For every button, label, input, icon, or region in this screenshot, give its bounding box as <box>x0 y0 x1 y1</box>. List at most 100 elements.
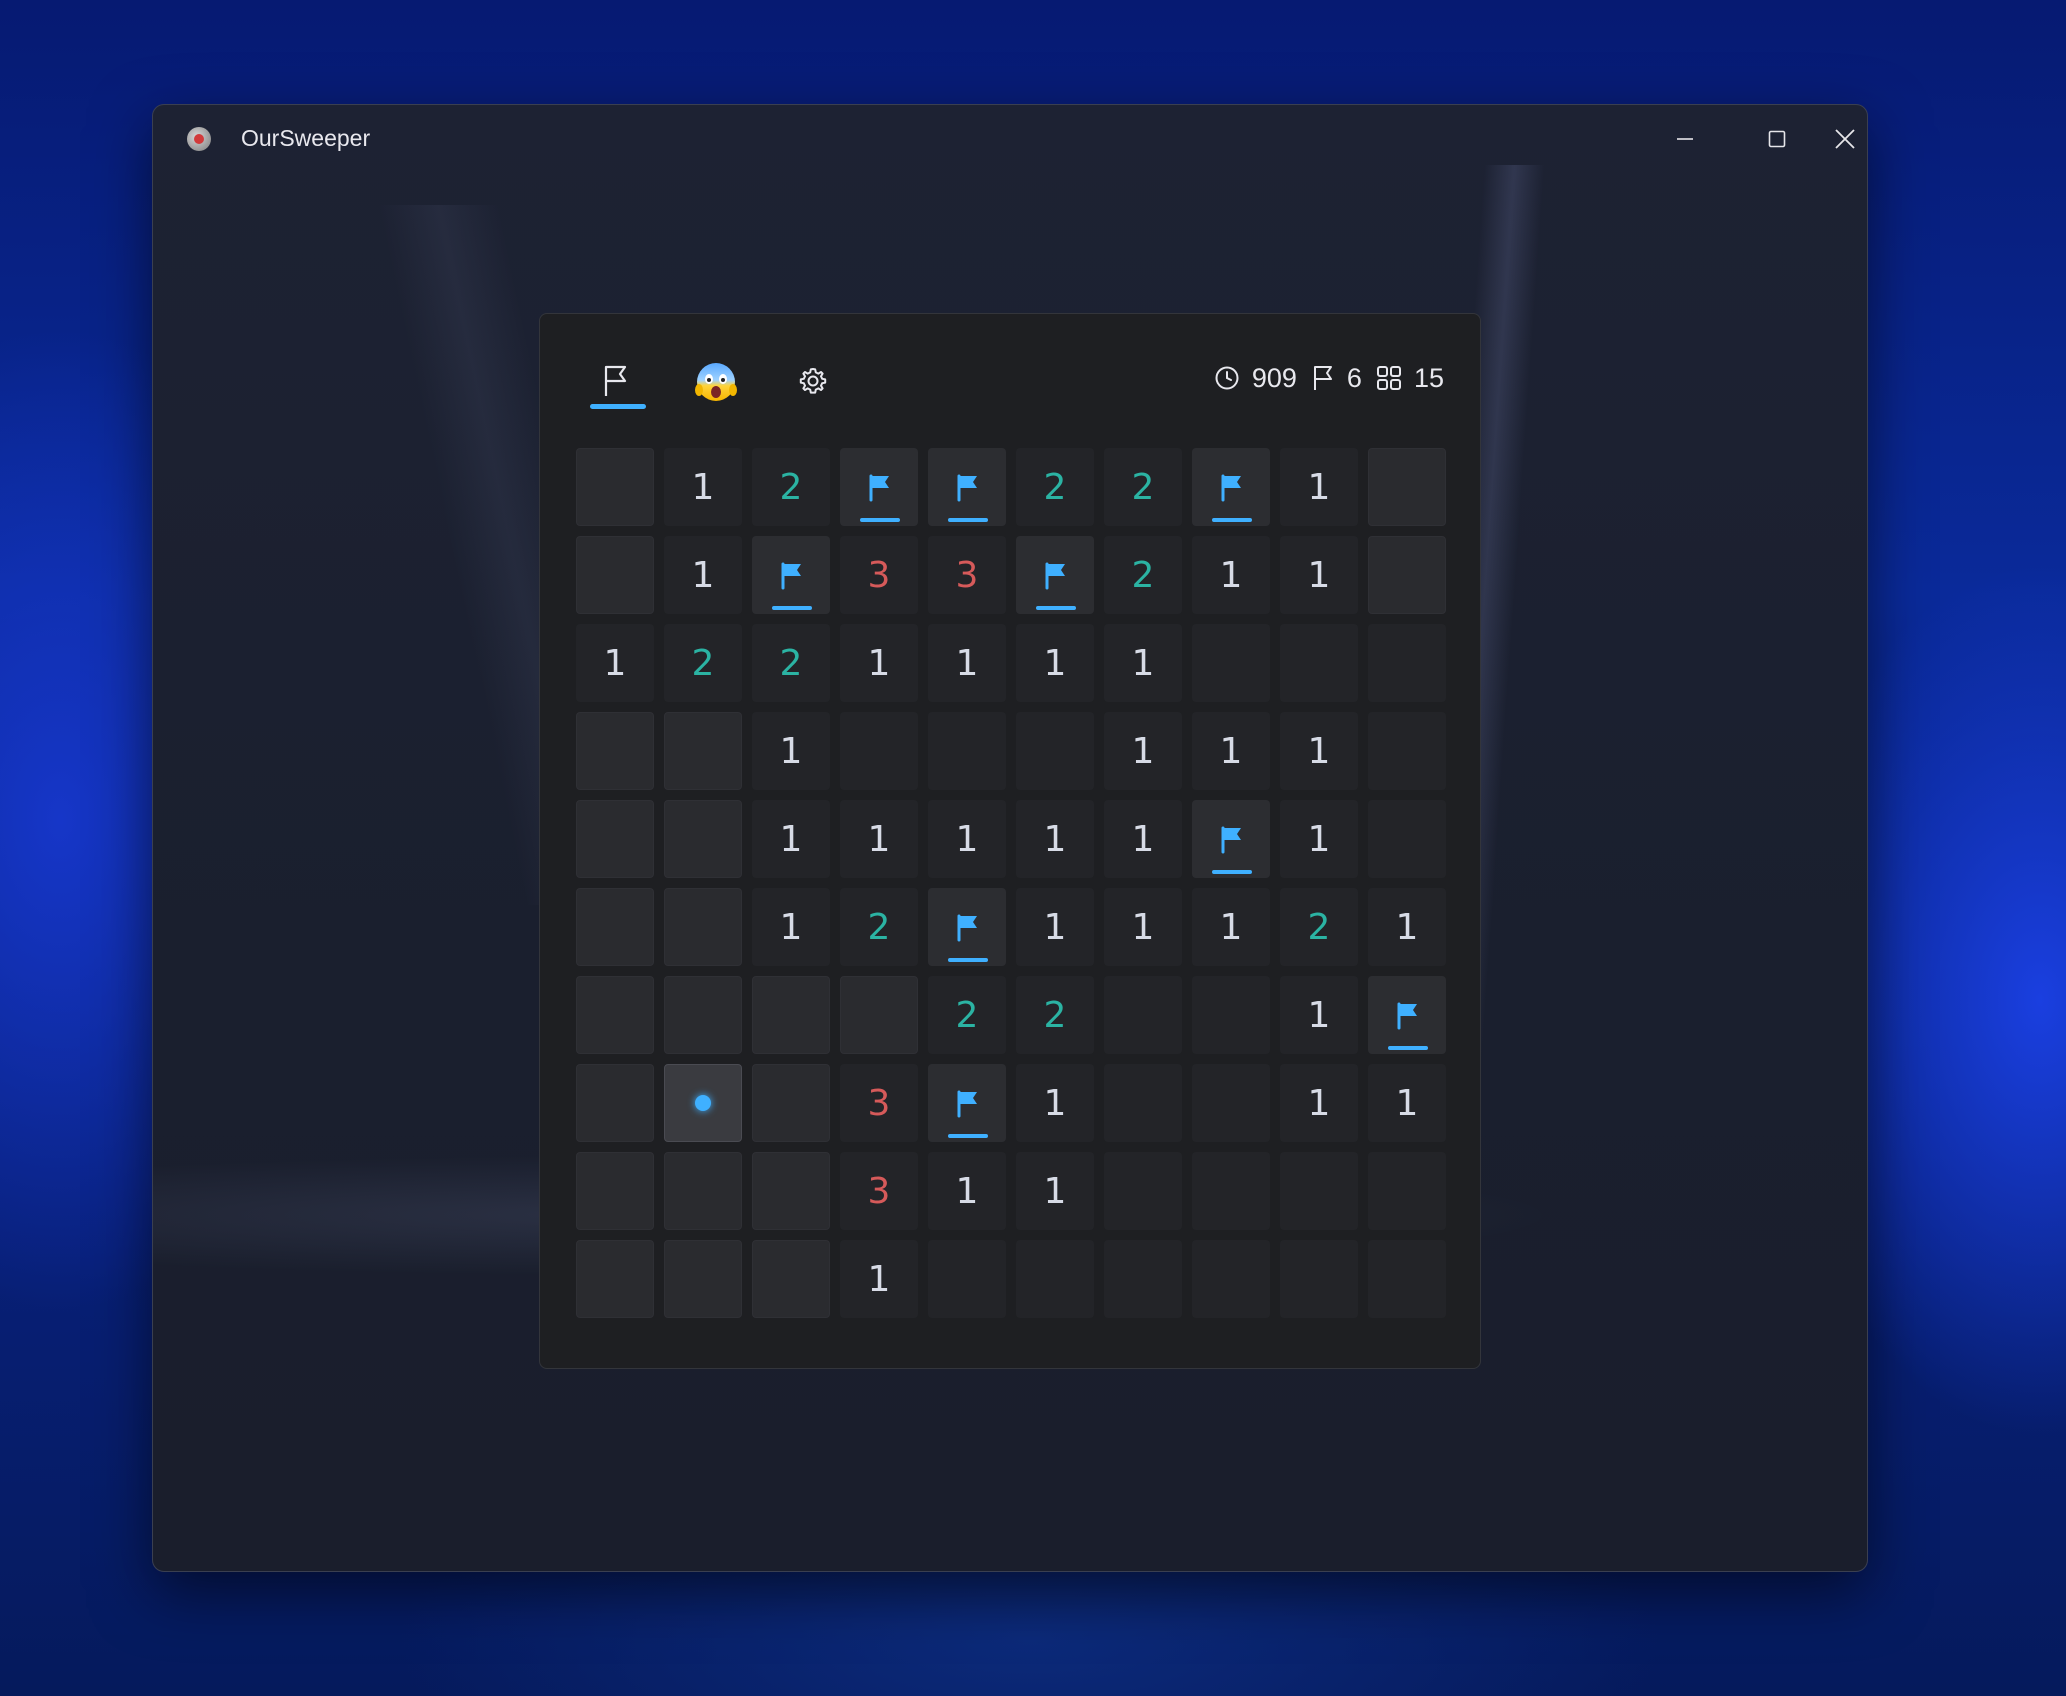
board-cell[interactable] <box>576 976 654 1054</box>
board-cell[interactable] <box>1368 712 1446 790</box>
board-cell[interactable]: 1 <box>928 1152 1006 1230</box>
board-cell[interactable] <box>1280 624 1358 702</box>
board-cell[interactable] <box>1104 1064 1182 1142</box>
board-cell[interactable]: 2 <box>664 624 742 702</box>
board-cell[interactable]: 1 <box>664 536 742 614</box>
board-cell[interactable]: 1 <box>840 1240 918 1318</box>
board-cell[interactable]: 1 <box>1280 1064 1358 1142</box>
board-cell[interactable]: 1 <box>840 800 918 878</box>
board-cell[interactable] <box>752 1064 830 1142</box>
board-cell[interactable]: 2 <box>752 448 830 526</box>
board-cell[interactable] <box>664 1240 742 1318</box>
board-cell[interactable] <box>1192 1240 1270 1318</box>
board-cell[interactable]: 2 <box>928 976 1006 1054</box>
board-cell[interactable]: 1 <box>840 624 918 702</box>
board-cell[interactable] <box>1368 1152 1446 1230</box>
board-cell[interactable] <box>576 1240 654 1318</box>
board-cell[interactable] <box>664 888 742 966</box>
board-cell[interactable]: 2 <box>1280 888 1358 966</box>
board-cell[interactable] <box>752 1152 830 1230</box>
board-cell[interactable] <box>1368 1240 1446 1318</box>
board-cell[interactable] <box>1368 536 1446 614</box>
board-cell[interactable] <box>1104 1240 1182 1318</box>
board-cell[interactable]: 1 <box>1104 624 1182 702</box>
board-cell[interactable] <box>576 888 654 966</box>
board-cell[interactable] <box>1192 624 1270 702</box>
board-cell[interactable]: 1 <box>1192 888 1270 966</box>
board-cell[interactable]: 1 <box>1280 800 1358 878</box>
board-cell[interactable]: 1 <box>1280 536 1358 614</box>
board-cell[interactable]: 1 <box>1104 888 1182 966</box>
board-cell[interactable]: 1 <box>664 448 742 526</box>
board-cell[interactable]: 2 <box>1104 536 1182 614</box>
board-cell[interactable]: 2 <box>840 888 918 966</box>
board-cell[interactable] <box>840 448 918 526</box>
flag-mode-button[interactable] <box>586 354 646 409</box>
board-cell[interactable] <box>928 448 1006 526</box>
board-cell[interactable]: 1 <box>752 888 830 966</box>
board-cell[interactable] <box>1280 1152 1358 1230</box>
board-cell[interactable] <box>928 888 1006 966</box>
board-cell[interactable]: 3 <box>840 1152 918 1230</box>
board-cell[interactable] <box>928 1240 1006 1318</box>
board-cell[interactable]: 1 <box>1368 1064 1446 1142</box>
board-cell[interactable] <box>664 1064 742 1142</box>
board-cell[interactable] <box>664 712 742 790</box>
board-cell[interactable] <box>576 1152 654 1230</box>
minimize-button[interactable] <box>1639 105 1731 173</box>
board-cell[interactable] <box>752 976 830 1054</box>
board-cell[interactable] <box>1016 536 1094 614</box>
board-cell[interactable]: 3 <box>840 1064 918 1142</box>
board-cell[interactable]: 1 <box>576 624 654 702</box>
board-cell[interactable]: 1 <box>752 800 830 878</box>
board-cell[interactable] <box>664 976 742 1054</box>
board-cell[interactable] <box>576 448 654 526</box>
board-cell[interactable] <box>1192 1064 1270 1142</box>
board-cell[interactable]: 1 <box>1016 800 1094 878</box>
board-cell[interactable]: 1 <box>928 624 1006 702</box>
board-cell[interactable]: 2 <box>1104 448 1182 526</box>
board-cell[interactable]: 1 <box>1280 712 1358 790</box>
board-cell[interactable] <box>1368 624 1446 702</box>
board-cell[interactable] <box>928 712 1006 790</box>
board-cell[interactable] <box>1192 448 1270 526</box>
board-cell[interactable] <box>840 976 918 1054</box>
board-cell[interactable]: 3 <box>840 536 918 614</box>
board-cell[interactable] <box>840 712 918 790</box>
settings-button[interactable] <box>783 354 843 408</box>
board-cell[interactable] <box>1016 712 1094 790</box>
board-cell[interactable] <box>1104 976 1182 1054</box>
board-cell[interactable]: 1 <box>928 800 1006 878</box>
board-cell[interactable] <box>664 1152 742 1230</box>
board-cell[interactable]: 1 <box>1280 448 1358 526</box>
board-cell[interactable] <box>1104 1152 1182 1230</box>
board-cell[interactable]: 3 <box>928 536 1006 614</box>
board-cell[interactable]: 1 <box>752 712 830 790</box>
board-cell[interactable] <box>1016 1240 1094 1318</box>
board-cell[interactable] <box>576 1064 654 1142</box>
board-cell[interactable]: 1 <box>1016 624 1094 702</box>
board-cell[interactable] <box>928 1064 1006 1142</box>
maximize-button[interactable] <box>1731 105 1823 173</box>
board-cell[interactable]: 1 <box>1192 536 1270 614</box>
board-cell[interactable] <box>1192 1152 1270 1230</box>
board-cell[interactable] <box>576 712 654 790</box>
board-cell[interactable] <box>1368 976 1446 1054</box>
reset-face-button[interactable] <box>686 354 746 408</box>
board-cell[interactable] <box>576 800 654 878</box>
board-cell[interactable]: 1 <box>1104 712 1182 790</box>
board-cell[interactable] <box>752 536 830 614</box>
board-cell[interactable]: 1 <box>1280 976 1358 1054</box>
board-cell[interactable] <box>576 536 654 614</box>
board-cell[interactable]: 2 <box>1016 976 1094 1054</box>
board-cell[interactable]: 1 <box>1016 1152 1094 1230</box>
board-cell[interactable]: 1 <box>1192 712 1270 790</box>
board-cell[interactable] <box>1280 1240 1358 1318</box>
board-cell[interactable]: 1 <box>1368 888 1446 966</box>
board-cell[interactable]: 2 <box>752 624 830 702</box>
close-button[interactable] <box>1823 105 1867 173</box>
board-cell[interactable]: 1 <box>1104 800 1182 878</box>
board-cell[interactable] <box>1192 976 1270 1054</box>
board-cell[interactable] <box>752 1240 830 1318</box>
board-cell[interactable] <box>1368 448 1446 526</box>
